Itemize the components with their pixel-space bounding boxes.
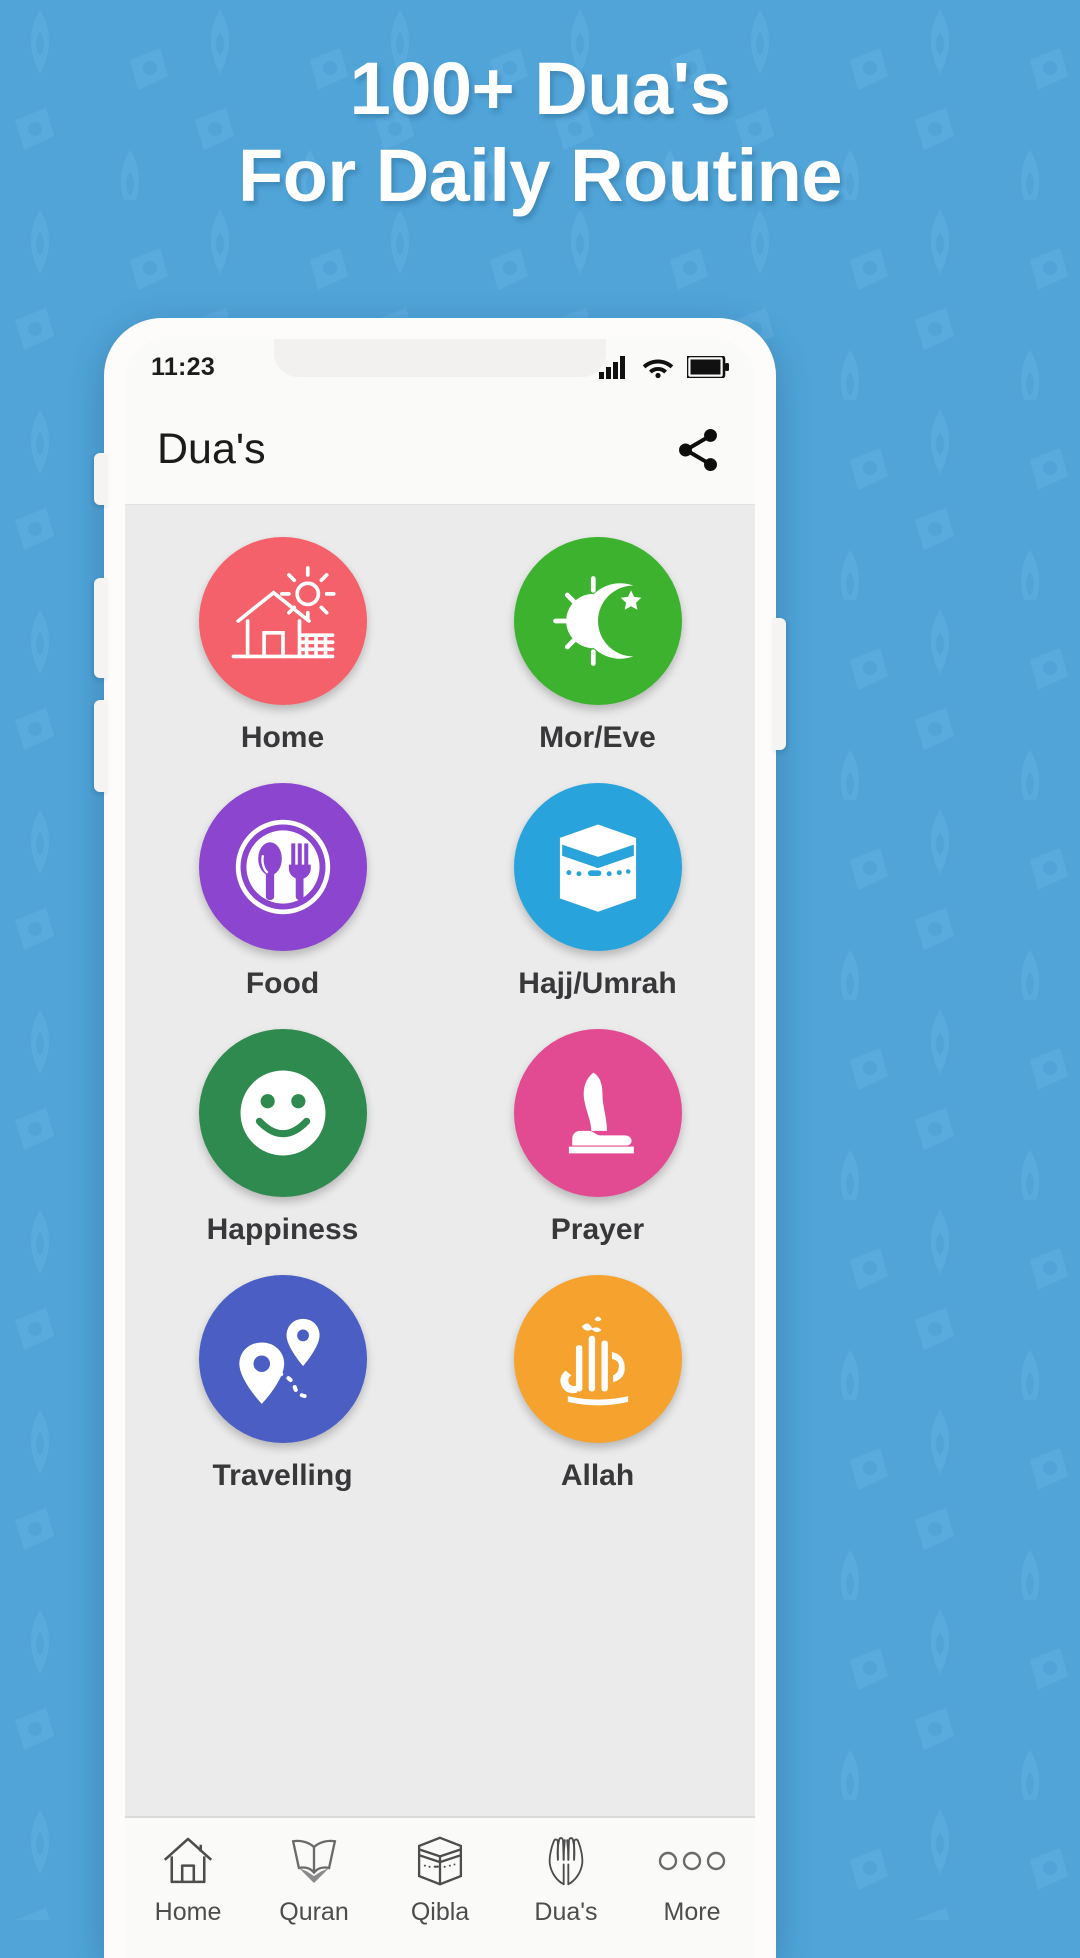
allah-calligraphy-icon	[559, 1316, 628, 1406]
nav-item-more[interactable]: More	[629, 1828, 755, 1927]
category-label: Allah	[560, 1459, 635, 1492]
bottom-navigation: Home Quran Qibla Dua's More	[125, 1816, 755, 1958]
headline-line-1: 100+ Dua's	[349, 47, 731, 130]
three-dots-icon	[658, 1851, 726, 1871]
nav-icon-wrap	[411, 1828, 469, 1894]
category-bubble[interactable]	[198, 1275, 367, 1443]
nav-icon-wrap	[157, 1828, 219, 1894]
category-label: Prayer	[550, 1213, 645, 1246]
phone-button-left-1[interactable]	[94, 453, 108, 505]
headline-line-2: For Daily Routine	[237, 133, 843, 217]
category-bubble[interactable]	[198, 1029, 367, 1197]
quran-book-icon	[291, 1839, 337, 1884]
house-sun-icon	[231, 566, 336, 659]
nav-item-quran[interactable]: Quran	[251, 1828, 377, 1927]
nav-label: Quran	[279, 1898, 349, 1926]
nav-icon-wrap	[535, 1828, 597, 1894]
praying-person-icon	[568, 1072, 634, 1154]
category-label: Food	[245, 967, 320, 1000]
category-bubble[interactable]	[198, 537, 367, 705]
kaaba-icon	[559, 824, 636, 912]
page-title: Dua's	[157, 425, 266, 473]
category-label: Home	[240, 721, 325, 754]
nav-label: Home	[154, 1898, 222, 1926]
smiley-icon	[240, 1070, 325, 1156]
praying-hands-icon	[548, 1837, 584, 1886]
category-item-prayer[interactable]: Prayer	[440, 1023, 755, 1269]
category-bubble[interactable]	[513, 537, 682, 705]
nav-label: Dua's	[534, 1898, 598, 1926]
category-item-mor-eve[interactable]: Mor/Eve	[440, 531, 755, 777]
category-item-hajj-umrah[interactable]: Hajj/Umrah	[440, 777, 755, 1023]
nav-icon-wrap	[283, 1828, 345, 1894]
category-label: Hajj/Umrah	[518, 967, 677, 1000]
battery-icon	[687, 356, 729, 378]
nav-item-home[interactable]: Home	[125, 1828, 251, 1927]
category-item-food[interactable]: Food	[125, 777, 440, 1023]
category-grid: Home Mor/Eve Food Hajj/Umrah Happiness P…	[125, 531, 755, 1515]
home-outline-icon	[163, 1837, 213, 1884]
category-bubble[interactable]	[198, 783, 367, 951]
nav-item-qibla[interactable]: Qibla	[377, 1828, 503, 1927]
share-icon[interactable]	[673, 425, 723, 475]
phone-mockup: 11:23 Dua's Home Mor/Eve Food Hajj/Umrah…	[94, 318, 786, 1958]
status-bar: 11:23	[125, 339, 755, 395]
phone-button-right-1[interactable]	[772, 618, 786, 750]
category-label: Happiness	[206, 1213, 359, 1246]
category-bubble[interactable]	[513, 1275, 682, 1443]
app-bar-actions	[673, 425, 723, 475]
signal-icon	[599, 356, 625, 379]
category-grid-area: Home Mor/Eve Food Hajj/Umrah Happiness P…	[125, 505, 755, 1816]
category-item-home[interactable]: Home	[125, 531, 440, 777]
sun-moon-icon	[552, 576, 641, 666]
nav-label: Qibla	[410, 1898, 470, 1926]
category-item-happiness[interactable]: Happiness	[125, 1023, 440, 1269]
status-icons	[599, 355, 729, 379]
nav-icon-wrap	[657, 1828, 727, 1894]
category-label: Travelling	[212, 1459, 353, 1492]
plate-cutlery-icon	[235, 819, 330, 915]
category-bubble[interactable]	[513, 783, 682, 951]
phone-button-left-2[interactable]	[94, 578, 108, 678]
nav-label: More	[663, 1898, 721, 1926]
phone-button-left-3[interactable]	[94, 700, 108, 792]
screen-notch	[274, 339, 606, 377]
category-label: Mor/Eve	[539, 721, 656, 754]
kaaba-outline-icon	[417, 1836, 463, 1886]
phone-screen: 11:23 Dua's Home Mor/Eve Food Hajj/Umrah…	[125, 339, 755, 1958]
app-bar: Dua's	[125, 395, 755, 505]
category-item-travelling[interactable]: Travelling	[125, 1269, 440, 1515]
category-item-allah[interactable]: Allah	[440, 1269, 755, 1515]
map-pins-icon	[238, 1318, 320, 1404]
promo-headline: 100+ Dua's For Daily Routine	[0, 46, 1080, 219]
category-bubble[interactable]	[513, 1029, 682, 1197]
wifi-icon	[642, 359, 674, 379]
status-clock: 11:23	[151, 352, 216, 381]
nav-item-duas[interactable]: Dua's	[503, 1828, 629, 1927]
